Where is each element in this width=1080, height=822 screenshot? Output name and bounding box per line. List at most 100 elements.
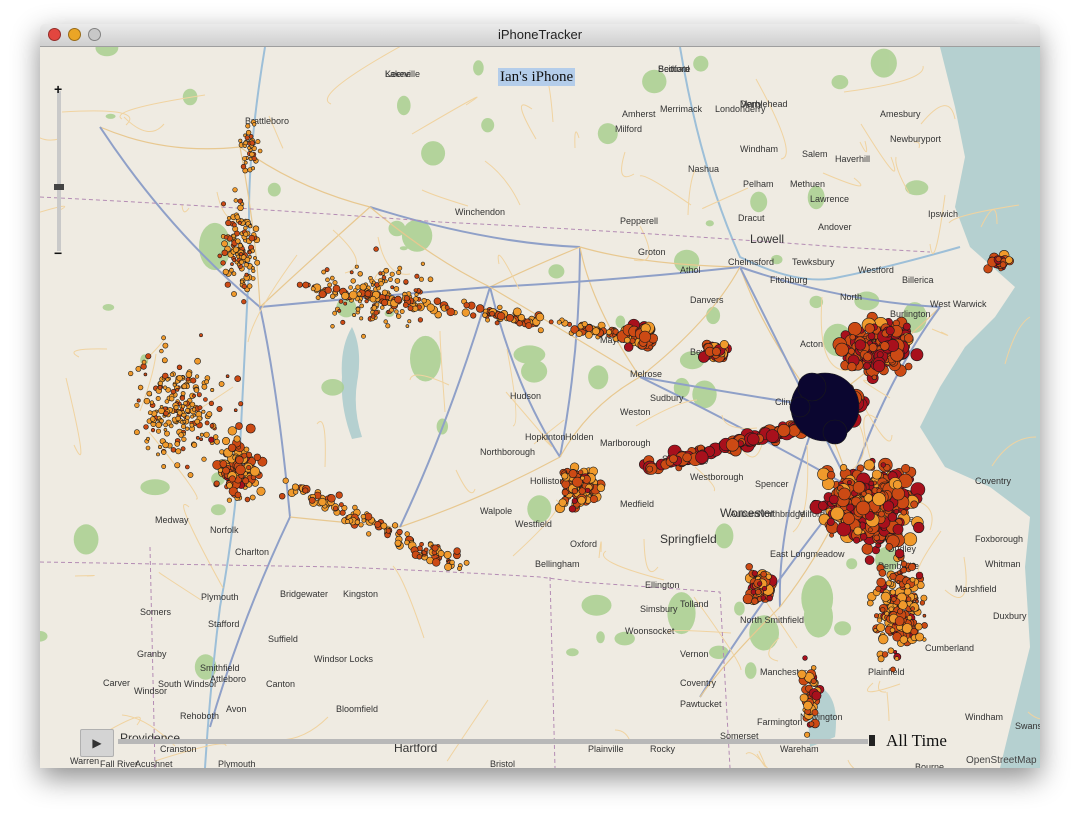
location-point (838, 487, 851, 501)
minimize-button[interactable] (68, 28, 81, 41)
location-point (256, 486, 266, 496)
location-point (835, 342, 849, 357)
location-point (354, 519, 361, 525)
location-point (760, 570, 767, 578)
location-point (192, 393, 197, 398)
location-point (236, 254, 241, 259)
location-point (489, 310, 495, 317)
location-point (177, 410, 183, 416)
location-point (239, 252, 244, 257)
location-point (229, 267, 234, 273)
location-point (888, 606, 894, 612)
location-point (169, 372, 174, 377)
location-point (359, 303, 365, 309)
location-point (742, 593, 754, 605)
location-point (181, 423, 187, 429)
close-button[interactable] (48, 28, 61, 41)
play-button[interactable]: ▶ (80, 729, 114, 757)
park-area (588, 365, 609, 390)
location-point (185, 426, 190, 431)
location-point (915, 632, 924, 642)
place-label: Fitchburg (770, 275, 808, 285)
place-label: Smithfield (200, 663, 240, 673)
place-label: Lakeville (385, 69, 420, 79)
park-area (399, 246, 408, 251)
place-label: Merrimack (660, 104, 702, 114)
location-point (233, 198, 239, 203)
location-point (162, 385, 168, 390)
location-point (437, 550, 445, 557)
zoom-slider[interactable] (57, 91, 61, 251)
zoom-button[interactable] (88, 28, 101, 41)
location-point (394, 539, 402, 547)
place-label: Simsbury (640, 604, 678, 614)
location-point (164, 430, 170, 437)
zoom-slider-handle[interactable] (54, 184, 64, 190)
timeline-slider-handle[interactable] (869, 735, 875, 746)
location-point (145, 445, 151, 451)
timeline-slider[interactable] (118, 739, 868, 744)
location-point (232, 246, 239, 253)
location-point (867, 527, 873, 533)
location-point (191, 442, 198, 448)
place-label: Canton (266, 679, 295, 689)
location-point (811, 709, 819, 716)
place-label: Salem (802, 149, 828, 159)
location-point (182, 419, 187, 424)
location-point (394, 309, 399, 314)
location-point (251, 166, 256, 171)
location-point (237, 204, 244, 212)
location-point (889, 627, 896, 633)
location-point (829, 532, 834, 538)
location-point (497, 304, 503, 311)
place-label: Northborough (480, 447, 535, 457)
location-point (219, 449, 225, 455)
place-label: Cranston (160, 744, 197, 754)
location-point (150, 428, 156, 433)
location-point (751, 597, 759, 605)
zoom-in-button[interactable]: + (54, 82, 62, 96)
location-point (361, 333, 366, 339)
place-label: Walpole (480, 506, 512, 516)
location-point (878, 634, 889, 645)
location-point (407, 305, 414, 312)
place-label: Methuen (790, 179, 825, 189)
title-bar[interactable]: iPhoneTracker (40, 24, 1040, 47)
location-point (201, 383, 208, 390)
map-canvas[interactable]: Keene BedfordDerryAmherst Merrimack Londond… (40, 47, 1040, 768)
location-point (516, 320, 523, 327)
place-label: Duxbury (993, 611, 1027, 621)
location-point (240, 163, 247, 170)
location-point (797, 669, 807, 679)
location-point (189, 422, 195, 428)
location-point (243, 140, 248, 146)
location-point (393, 286, 400, 292)
location-point (252, 225, 260, 232)
device-name-label[interactable]: Ian's iPhone (498, 68, 576, 86)
location-point (282, 477, 289, 484)
location-point (385, 323, 391, 329)
location-point (302, 281, 310, 289)
location-point (162, 441, 169, 449)
location-point (187, 472, 194, 478)
place-label: Winchendon (455, 207, 505, 217)
location-point (419, 541, 424, 547)
location-point (444, 563, 452, 571)
location-point (868, 343, 878, 352)
park-area (744, 662, 757, 679)
location-point (246, 465, 252, 471)
place-label: Melrose (630, 369, 662, 379)
location-point (389, 271, 395, 277)
place-label: Plainfield (868, 667, 905, 677)
location-point (558, 498, 567, 507)
location-point (900, 509, 907, 516)
location-point (453, 547, 461, 555)
place-label: Norfolk (210, 525, 239, 535)
location-point (235, 464, 246, 476)
park-area (596, 631, 605, 644)
zoom-out-button[interactable]: − (54, 246, 62, 260)
place-label: Coventry (975, 476, 1012, 486)
location-point (669, 454, 678, 464)
place-label: Scituate (658, 64, 691, 74)
map-view[interactable]: Keene Bedford Derry Amherst Merrimack Londond… (40, 47, 1040, 768)
